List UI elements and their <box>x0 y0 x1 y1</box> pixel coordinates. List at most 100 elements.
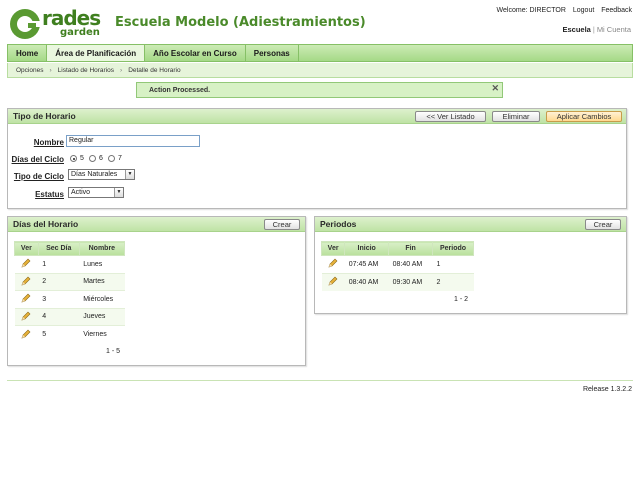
dias-table: Ver Sec Día Nombre 1 Lunes 2 Martes 3 Miércol… <box>14 241 126 343</box>
periodos-pager: 1 - 2 <box>454 296 469 303</box>
tipo-ciclo-select[interactable]: Días Naturales ▼ <box>68 169 135 180</box>
status-message-text: Action Processed. <box>149 86 211 94</box>
eliminar-button[interactable]: Eliminar <box>492 111 540 122</box>
table-row: 3 Miércoles <box>14 290 125 308</box>
school-link[interactable]: Escuela <box>563 25 591 34</box>
tab-home[interactable]: Home <box>8 45 48 61</box>
estatus-select[interactable]: Activo ▼ <box>68 187 124 198</box>
my-account-link[interactable]: Mi Cuenta <box>597 25 631 34</box>
tab-area-planificacion[interactable]: Área de Planificación <box>47 45 146 61</box>
tipo-ciclo-label: Tipo de Ciclo <box>13 172 64 181</box>
fin-cell: 08:40 AM <box>388 255 433 273</box>
table-row: 08:40 AM 09:30 AM 2 <box>321 272 474 291</box>
dias-radio-5[interactable] <box>70 155 77 162</box>
pencil-icon[interactable] <box>21 293 31 305</box>
periodos-table: Ver Inicio Fin Periodo 07:45 AM 08:40 AM 1… <box>320 241 474 291</box>
grades-garden-logo[interactable]: rades garden <box>8 6 104 42</box>
pencil-icon[interactable] <box>328 258 338 270</box>
sec-dia-cell: 4 <box>38 307 80 326</box>
table-row: 4 Jueves <box>14 307 125 326</box>
aplicar-cambios-button[interactable]: Aplicar Cambios <box>546 111 622 122</box>
column-header: Ver <box>320 241 346 256</box>
dropdown-arrow-icon: ▼ <box>114 188 123 197</box>
sec-dia-cell: 2 <box>38 272 80 291</box>
pencil-icon[interactable] <box>21 329 31 341</box>
breadcrumb: Opciones › Listado de Horarios › Detalle… <box>7 63 633 78</box>
view-cell <box>14 272 39 291</box>
pencil-icon[interactable] <box>21 276 31 288</box>
welcome-text: Welcome: DIRECTOR <box>496 7 566 14</box>
estatus-label: Estatus <box>35 190 64 199</box>
tipo-ciclo-value: Días Naturales <box>71 171 118 178</box>
dropdown-arrow-icon: ▼ <box>125 170 134 179</box>
chevron-right-icon: › <box>49 66 52 74</box>
dias-radio-7-label: 7 <box>118 155 122 162</box>
table-row: 07:45 AM 08:40 AM 1 <box>321 255 474 273</box>
ver-listado-button[interactable]: << Ver Listado <box>415 111 486 122</box>
periodos-header: Periodos Crear <box>315 217 626 232</box>
panel-title: Tipo de Horario <box>13 111 76 121</box>
sec-dia-cell: 3 <box>38 290 80 308</box>
site-title: Escuela Modelo (Adiestramientos) <box>115 15 366 30</box>
feedback-link[interactable]: Feedback <box>601 7 632 14</box>
pencil-icon[interactable] <box>328 276 338 288</box>
view-cell <box>321 255 345 273</box>
tipo-horario-header: Tipo de Horario << Ver Listado Eliminar … <box>8 109 626 124</box>
breadcrumb-detalle-horario: Detalle de Horario <box>128 66 181 74</box>
dias-horario-header: Días del Horario Crear <box>8 217 305 232</box>
breadcrumb-listado-horarios[interactable]: Listado de Horarios <box>58 67 114 74</box>
periodos-panel: Periodos Crear Ver Inicio Fin Periodo 07… <box>314 216 627 314</box>
nombre-label: Nombre <box>33 138 64 147</box>
dias-radio-5-label: 5 <box>80 155 84 162</box>
logout-link[interactable]: Logout <box>573 7 594 14</box>
school-links: Escuela | Mi Cuenta <box>563 25 632 34</box>
column-header: Inicio <box>344 241 390 256</box>
view-cell <box>14 325 39 343</box>
tipo-horario-panel: Tipo de Horario << Ver Listado Eliminar … <box>7 108 627 209</box>
tab-personas[interactable]: Personas <box>246 45 299 61</box>
nombre-cell: Miércoles <box>79 290 125 308</box>
column-header: Nombre <box>78 241 126 256</box>
nombre-cell: Viernes <box>79 325 125 343</box>
view-cell <box>14 307 39 326</box>
tab-ano-escolar[interactable]: Año Escolar en Curso <box>145 45 246 61</box>
dias-radio-7[interactable] <box>108 155 115 162</box>
column-header: Sec Día <box>37 241 80 256</box>
panel-title: Días del Horario <box>13 219 79 229</box>
school-separator: | <box>592 25 595 34</box>
table-row: 5 Viernes <box>14 325 125 343</box>
sec-dia-cell: 5 <box>38 325 80 343</box>
nombre-cell: Jueves <box>79 307 125 326</box>
main-nav: Home Área de Planificación Año Escolar e… <box>7 44 633 62</box>
top-links: Welcome: DIRECTOR Logout Feedback <box>492 7 632 14</box>
fin-cell: 09:30 AM <box>388 272 433 291</box>
periodo-cell: 1 <box>432 255 474 273</box>
nombre-field[interactable]: Regular <box>66 135 200 147</box>
crear-dia-button[interactable]: Crear <box>264 219 300 230</box>
status-message: Action Processed. ✕ <box>136 82 503 98</box>
inicio-cell: 07:45 AM <box>344 255 389 273</box>
table-row: 2 Martes <box>14 272 125 291</box>
inicio-cell: 08:40 AM <box>344 272 389 291</box>
close-icon[interactable]: ✕ <box>491 83 499 94</box>
sec-dia-cell: 1 <box>38 255 80 273</box>
panel-title: Periodos <box>320 219 357 229</box>
dias-pager: 1 - 5 <box>106 348 121 355</box>
breadcrumb-opciones[interactable]: Opciones <box>16 67 43 74</box>
dias-horario-panel: Días del Horario Crear Ver Sec Día Nombr… <box>7 216 306 366</box>
estatus-value: Activo <box>71 189 91 196</box>
release-version: Release 1.3.2.2 <box>582 386 632 393</box>
pencil-icon[interactable] <box>21 311 31 323</box>
view-cell <box>14 290 39 308</box>
column-header: Periodo <box>432 241 474 256</box>
pencil-icon[interactable] <box>21 258 31 270</box>
view-cell <box>321 272 345 291</box>
nombre-cell: Lunes <box>79 255 125 273</box>
dias-radio-6[interactable] <box>89 155 96 162</box>
table-row: 1 Lunes <box>14 255 125 273</box>
periodo-cell: 2 <box>432 272 474 291</box>
nombre-cell: Martes <box>79 272 125 291</box>
crear-periodo-button[interactable]: Crear <box>585 219 621 230</box>
footer-divider <box>7 380 633 381</box>
dias-ciclo-label: Días del Ciclo <box>11 155 64 164</box>
